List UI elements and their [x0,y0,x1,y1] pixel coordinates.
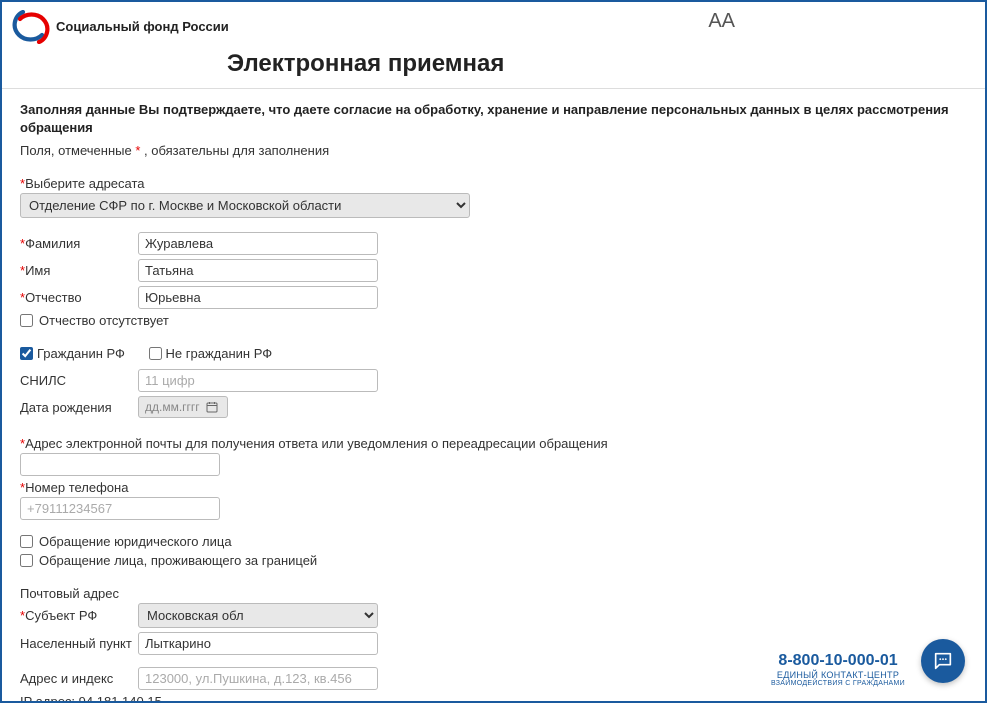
dob-label: Дата рождения [20,400,130,415]
snils-label: СНИЛС [20,373,130,388]
logo: Социальный фонд России [12,10,229,44]
address-label: Адрес и индекс [20,671,150,686]
ip-value: 94.181.140.15 [79,694,162,703]
phone-label: *Номер телефона [20,480,967,495]
citizen-nonrf-checkbox[interactable] [149,347,162,360]
firstname-label-text: Имя [25,263,50,278]
address-input[interactable] [138,667,378,690]
page-root: Социальный фонд России AA Электронная пр… [0,0,987,703]
patronymic-label: *Отчество [20,290,130,305]
citizen-nonrf-label: Не гражданин РФ [166,346,273,361]
patronymic-input[interactable] [138,286,378,309]
foreign-resident-label: Обращение лица, проживающего за границей [39,553,317,568]
form: Заполняя данные Вы подтверждаете, что да… [2,101,985,703]
dob-placeholder: дд.мм.гггг [145,400,200,414]
required-suffix: , обязательны для заполнения [140,143,329,158]
calendar-icon [206,401,218,413]
citizen-nonrf-wrap[interactable]: Не гражданин РФ [149,346,273,361]
accessibility-toggle[interactable]: AA [708,10,735,33]
addressee-label: *Выберите адресата [20,176,967,191]
header: Социальный фонд России AA [2,2,985,46]
email-label-text: Адрес электронной почты для получения от… [25,436,608,451]
ip-label: IP адрес: [20,694,79,703]
contact-line2: ВЗАИМОДЕЙСТВИЯ С ГРАЖДАНАМИ [771,680,905,687]
contact-phone: 8-800-10-000-01 [771,652,905,670]
surname-label-text: Фамилия [25,236,80,251]
subject-label-text: Субъект РФ [25,608,97,623]
firstname-input[interactable] [138,259,378,282]
snils-input[interactable] [138,369,378,392]
citizen-rf-checkbox[interactable] [20,347,33,360]
chat-button[interactable] [921,639,965,683]
sfr-logo-icon [12,10,50,44]
ip-line: IP адрес: 94.181.140.15 [20,694,967,703]
no-patronymic-checkbox[interactable] [20,314,33,327]
required-prefix: Поля, отмеченные [20,143,135,158]
patronymic-label-text: Отчество [25,290,82,305]
postal-heading: Почтовый адрес [20,586,967,601]
phone-input[interactable] [20,497,220,520]
firstname-label: *Имя [20,263,130,278]
email-label: *Адрес электронной почты для получения о… [20,436,967,451]
surname-input[interactable] [138,232,378,255]
no-patronymic-label: Отчество отсутствует [39,313,169,328]
foreign-resident-checkbox[interactable] [20,554,33,567]
required-note: Поля, отмеченные * , обязательны для зап… [20,143,967,158]
legal-entity-label: Обращение юридического лица [39,534,232,549]
city-label: Населенный пункт [20,636,150,651]
addressee-select[interactable]: Отделение СФР по г. Москве и Московской … [20,193,470,218]
citizen-rf-wrap[interactable]: Гражданин РФ [20,346,125,361]
chat-icon [932,650,954,672]
divider [2,88,985,89]
org-name: Социальный фонд России [56,20,229,35]
subject-label: *Субъект РФ [20,608,130,623]
addressee-label-text: Выберите адресата [25,176,144,191]
surname-label: *Фамилия [20,236,130,251]
city-input[interactable] [138,632,378,655]
subject-select[interactable]: Московская обл [138,603,378,628]
email-input[interactable] [20,453,220,476]
legal-entity-checkbox[interactable] [20,535,33,548]
contact-line1: ЕДИНЫЙ КОНТАКТ-ЦЕНТР [771,670,905,680]
dob-input[interactable]: дд.мм.гггг [138,396,228,418]
phone-label-text: Номер телефона [25,480,128,495]
contact-center: 8-800-10-000-01 ЕДИНЫЙ КОНТАКТ-ЦЕНТР ВЗА… [771,652,905,687]
consent-text: Заполняя данные Вы подтверждаете, что да… [20,101,967,137]
page-title: Электронная приемная [227,50,985,78]
citizen-rf-label: Гражданин РФ [37,346,125,361]
